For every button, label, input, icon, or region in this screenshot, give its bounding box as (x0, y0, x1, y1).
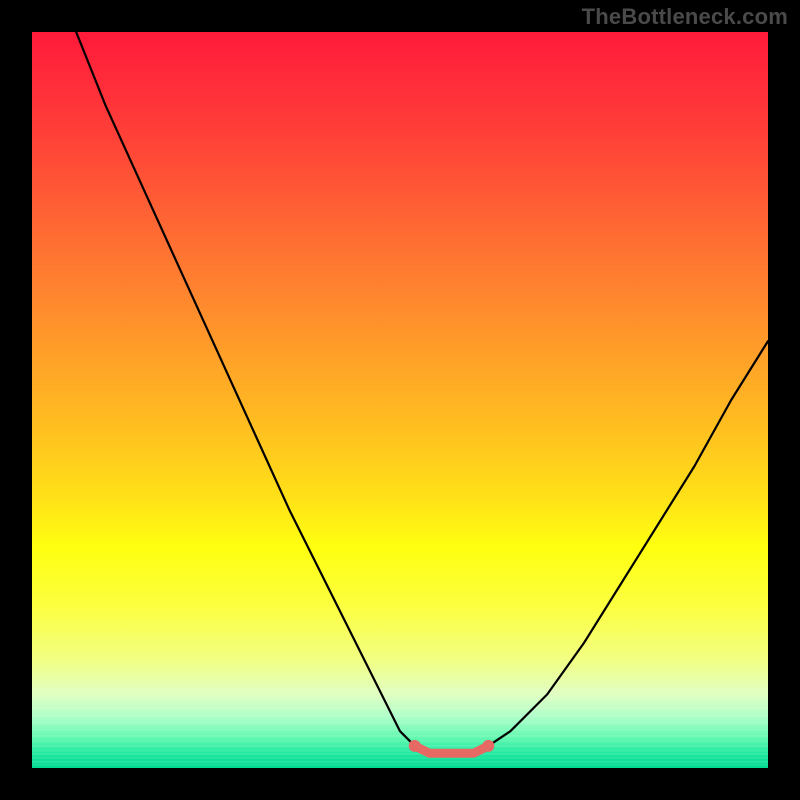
chart-frame: TheBottleneck.com (0, 0, 800, 800)
plot-area (32, 32, 768, 768)
watermark-text: TheBottleneck.com (582, 4, 788, 30)
bottleneck-curve (76, 32, 768, 753)
marker-dot (409, 740, 421, 752)
curve-layer (32, 32, 768, 768)
marker-dot (482, 740, 494, 752)
optimal-region-marker (415, 746, 489, 753)
